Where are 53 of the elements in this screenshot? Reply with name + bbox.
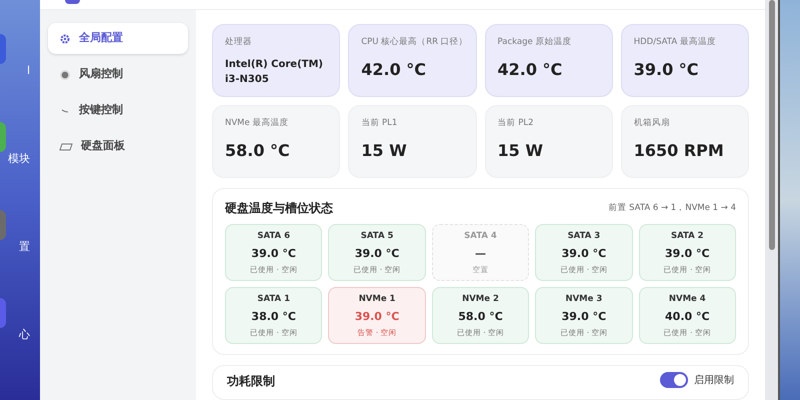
stat-label: NVMe 最高温度 bbox=[225, 117, 290, 130]
slot-name: SATA 3 bbox=[568, 230, 600, 243]
panel-note: 前置 SATA 6 → 1，NVMe 1 → 4 bbox=[608, 202, 736, 214]
stat-label: CPU 核心最高（RR 口径） bbox=[361, 36, 464, 49]
panel-title: 硬盘温度与槽位状态 bbox=[225, 200, 333, 217]
slot-name: SATA 1 bbox=[257, 293, 290, 306]
panel-title: 功耗限制 bbox=[227, 373, 275, 390]
slot-name: NVMe 1 bbox=[358, 293, 396, 306]
sidebar-item[interactable]: 硬盘面板 bbox=[48, 131, 188, 162]
stat-value: Intel(R) Core(TM) i3-N305 bbox=[225, 58, 324, 87]
stat-label: 当前 PL1 bbox=[361, 117, 398, 130]
slot-name: NVMe 2 bbox=[462, 293, 499, 306]
logo-icon bbox=[65, 0, 80, 4]
slot-temp: 39.0 °C bbox=[354, 246, 400, 262]
toggle-switch[interactable] bbox=[660, 372, 688, 388]
slot-temp: 39.0 °C bbox=[251, 246, 296, 262]
stat-label: 当前 PL2 bbox=[498, 117, 534, 130]
slot-temp: 38.0 °C bbox=[251, 308, 296, 325]
slot-temp: 39.0 °C bbox=[562, 246, 606, 262]
app-label: 模块 bbox=[8, 152, 31, 166]
stat-value: 1650 RPM bbox=[634, 140, 725, 162]
slot-temp: 39.0 °C bbox=[354, 308, 400, 325]
stat-value: 58.0 °C bbox=[225, 140, 291, 162]
stat-label: Package 原始温度 bbox=[498, 36, 572, 49]
stat-value: 39.0 °C bbox=[634, 58, 700, 81]
stat-value: 15 W bbox=[498, 140, 544, 162]
slot-name: SATA 2 bbox=[670, 230, 704, 243]
sidebar-item[interactable]: 按键控制 bbox=[48, 95, 188, 126]
toggle-label: 启用限制 bbox=[694, 374, 734, 388]
slot-temp: — bbox=[474, 246, 486, 262]
stat-label: 处理器 bbox=[225, 36, 253, 49]
slot-temp: 39.0 °C bbox=[665, 246, 710, 262]
stat-label: HDD/SATA 最高温度 bbox=[634, 36, 717, 49]
stat-label: 机箱风扇 bbox=[634, 117, 671, 130]
stat-value: 42.0 °C bbox=[361, 58, 428, 81]
settings-icon bbox=[59, 32, 71, 44]
slot-temp: 40.0 °C bbox=[665, 308, 710, 325]
stat-value: 42.0 °C bbox=[498, 58, 564, 81]
app-label: 置 bbox=[19, 240, 31, 254]
slot-name: SATA 4 bbox=[464, 230, 497, 243]
slot-name: SATA 6 bbox=[257, 230, 290, 243]
slot-name: NVMe 3 bbox=[565, 293, 602, 306]
slot-name: SATA 5 bbox=[360, 230, 394, 243]
app-label: l bbox=[26, 64, 31, 78]
app-label: 心 bbox=[19, 328, 31, 342]
scrollbar[interactable] bbox=[765, 0, 778, 400]
sidebar-item[interactable]: 风扇控制 bbox=[48, 59, 188, 90]
slot-name: NVMe 4 bbox=[668, 293, 706, 306]
slot-temp: 39.0 °C bbox=[562, 308, 606, 325]
stat-value: 15 W bbox=[361, 140, 408, 162]
sidebar-item[interactable]: 全局配置 bbox=[48, 23, 188, 54]
dot-icon bbox=[59, 68, 71, 80]
slot-temp: 58.0 °C bbox=[458, 308, 503, 325]
